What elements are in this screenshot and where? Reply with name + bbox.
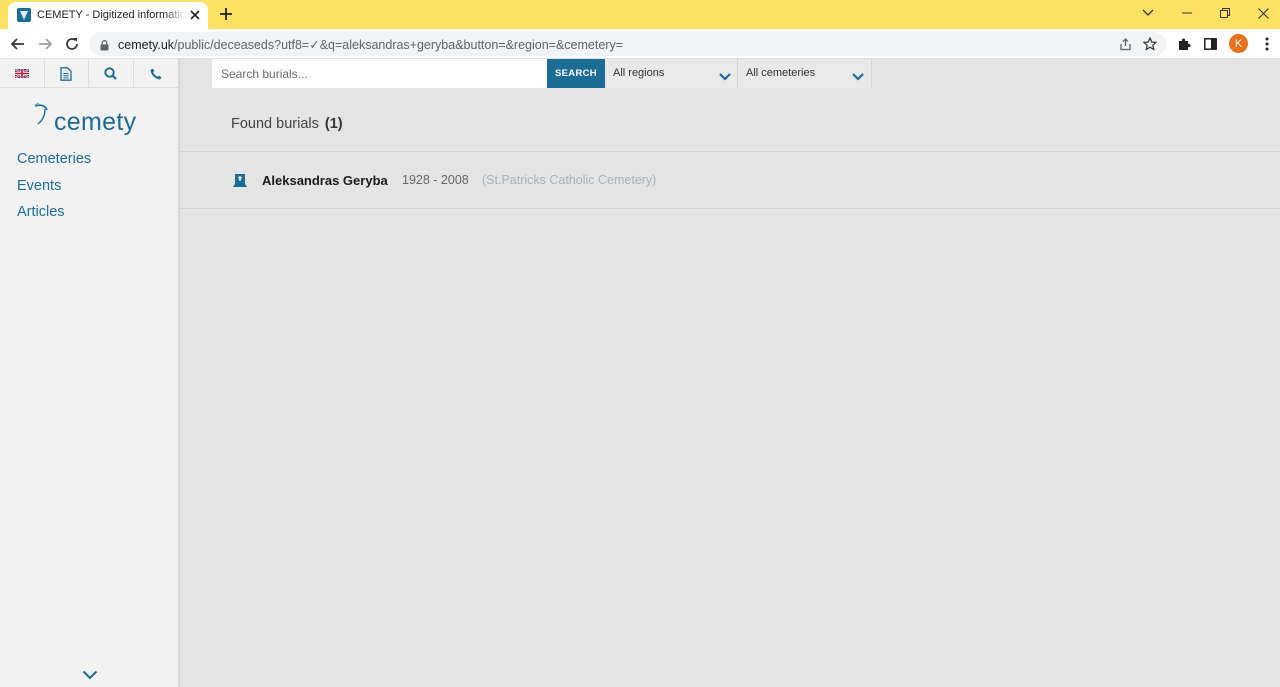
forward-arrow-icon[interactable] xyxy=(35,34,55,54)
extensions-puzzle-icon[interactable] xyxy=(1174,34,1194,54)
sidebar-item-articles[interactable]: Articles xyxy=(17,204,91,231)
url-text: cemety.uk/public/deceaseds?utf8=✓&q=alek… xyxy=(118,38,624,52)
chevron-down-icon xyxy=(852,68,864,86)
results-heading: Found burials (1) xyxy=(231,116,343,132)
region-select[interactable]: All regions xyxy=(605,59,738,88)
profile-avatar[interactable]: K xyxy=(1229,34,1248,53)
chevron-down-icon xyxy=(719,68,731,86)
browser-toolbar: cemety.uk/public/deceaseds?utf8=✓&q=alek… xyxy=(0,29,1280,59)
search-button[interactable]: SEARCH xyxy=(547,59,605,88)
sidebar-icon-bar xyxy=(0,59,178,88)
close-window-icon[interactable] xyxy=(1254,4,1272,22)
cemetery-select[interactable]: All cemeteries xyxy=(738,59,872,88)
search-icon[interactable] xyxy=(89,59,134,88)
uk-flag-icon[interactable] xyxy=(0,59,45,88)
cemety-logo[interactable]: cemety xyxy=(33,102,137,136)
burial-years: 1928 - 2008 xyxy=(402,173,469,187)
chevron-down-icon[interactable] xyxy=(81,668,99,682)
results-heading-label: Found burials xyxy=(231,116,319,132)
document-icon[interactable] xyxy=(45,59,89,88)
cemetery-select-value: All cemeteries xyxy=(746,67,816,79)
browser-menu-icon[interactable] xyxy=(1257,34,1277,54)
logo-text: cemety xyxy=(54,108,137,136)
burial-result-row[interactable]: Aleksandras Geryba 1928 - 2008 (St.Patri… xyxy=(180,153,1280,208)
new-tab-icon[interactable] xyxy=(217,5,235,23)
tab-search-chevron-icon[interactable] xyxy=(1139,4,1157,22)
divider xyxy=(180,151,1280,152)
restore-icon[interactable] xyxy=(1216,4,1234,22)
tab-close-icon[interactable] xyxy=(188,8,202,22)
sidebar-nav: Cemeteries Events Articles xyxy=(17,151,91,231)
bookmark-star-icon[interactable] xyxy=(1141,35,1159,53)
cemety-favicon-icon xyxy=(17,8,31,22)
search-input[interactable] xyxy=(212,59,547,88)
share-icon[interactable] xyxy=(1116,35,1134,53)
browser-tab-bar: CEMETY - Digitized information xyxy=(0,0,1280,29)
tab-title: CEMETY - Digitized information xyxy=(37,9,185,21)
sidebar-item-cemeteries[interactable]: Cemeteries xyxy=(17,151,91,178)
region-select-value: All regions xyxy=(613,67,665,79)
browser-tab[interactable]: CEMETY - Digitized information xyxy=(8,2,208,29)
phone-icon[interactable] xyxy=(134,59,179,88)
results-count: (1) xyxy=(324,116,343,132)
reload-icon[interactable] xyxy=(62,34,82,54)
back-arrow-icon[interactable] xyxy=(8,34,28,54)
sidebar-item-events[interactable]: Events xyxy=(17,178,91,205)
grave-marker-icon xyxy=(232,172,248,193)
burial-name[interactable]: Aleksandras Geryba xyxy=(262,173,388,188)
lock-icon xyxy=(100,38,109,56)
address-bar[interactable]: cemety.uk/public/deceaseds?utf8=✓&q=alek… xyxy=(89,32,1166,56)
burial-cemetery: (St.Patricks Catholic Cemetery) xyxy=(482,173,657,187)
divider xyxy=(180,208,1280,209)
sidebar: cemety Cemeteries Events Articles xyxy=(0,59,180,687)
side-panel-icon[interactable] xyxy=(1200,34,1220,54)
logo-swoosh-icon xyxy=(33,102,53,135)
minimize-icon[interactable] xyxy=(1178,4,1196,22)
